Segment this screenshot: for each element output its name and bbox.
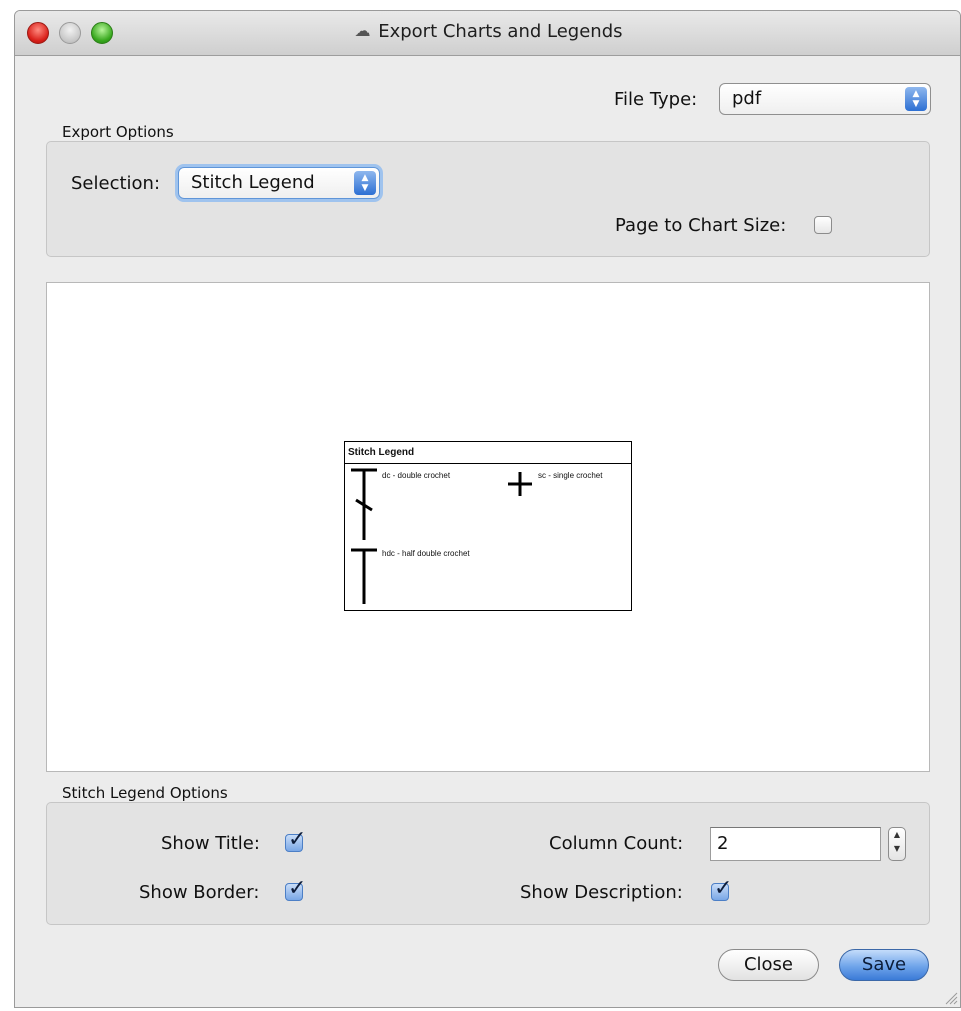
export-options-section-label: Export Options — [62, 123, 174, 141]
column-count-label: Column Count: — [549, 833, 684, 854]
show-title-checkbox[interactable]: ✓ — [285, 829, 306, 852]
legend-title-divider — [345, 463, 631, 464]
title-bar[interactable]: ☁ Export Charts and Legends — [15, 11, 960, 56]
checkmark-icon: ✓ — [714, 876, 733, 901]
show-title-label: Show Title: — [161, 833, 260, 854]
checkmark-icon: ✓ — [288, 827, 307, 852]
export-dialog-window: ☁ Export Charts and Legends File Type: p… — [14, 10, 961, 1008]
show-description-label: Show Description: — [520, 882, 683, 903]
window-title-area: ☁ Export Charts and Legends — [15, 21, 960, 42]
export-options-group: Selection: Stitch Legend ▲ ▼ Page to Char… — [46, 141, 930, 257]
double-crochet-symbol-icon — [351, 468, 377, 604]
page-to-chart-size-label: Page to Chart Size: — [615, 215, 787, 236]
stitch-legend-preview: Stitch Legend dc - double crochet sc - s… — [344, 441, 632, 611]
resize-grip-icon[interactable] — [944, 991, 958, 1005]
checkmark-icon: ✓ — [288, 876, 307, 901]
selection-label: Selection: — [71, 173, 161, 194]
column-count-field[interactable]: 2 — [710, 827, 881, 861]
column-count-stepper[interactable]: ▲ ▼ — [888, 827, 906, 861]
legend-item-hdc: hdc - half double crochet — [382, 549, 470, 558]
show-border-checkbox[interactable]: ✓ — [285, 878, 306, 901]
single-crochet-symbol-icon — [508, 472, 532, 496]
legend-title: Stitch Legend — [348, 447, 415, 458]
page-to-chart-size-checkbox[interactable] — [814, 216, 832, 234]
stitch-legend-options-section-label: Stitch Legend Options — [62, 784, 228, 802]
legend-item-sc: sc - single crochet — [538, 471, 603, 480]
selection-value: Stitch Legend — [191, 172, 315, 193]
file-type-popup[interactable]: pdf ▲ ▼ — [719, 83, 931, 115]
selection-popup[interactable]: Stitch Legend ▲ ▼ — [178, 167, 380, 199]
show-description-checkbox[interactable]: ✓ — [711, 878, 732, 901]
legend-item-dc: dc - double crochet — [382, 471, 451, 480]
file-type-value: pdf — [732, 88, 762, 109]
popup-arrows-icon: ▲ ▼ — [354, 171, 376, 195]
save-button[interactable]: Save — [839, 949, 929, 981]
export-preview-area: Stitch Legend dc - double crochet sc - s… — [46, 282, 930, 772]
file-type-label: File Type: — [614, 89, 698, 110]
stitch-legend-options-group: Show Title: ✓ Show Border: ✓ Column Coun… — [46, 802, 930, 925]
popup-arrows-icon: ▲ ▼ — [905, 87, 927, 111]
close-button[interactable]: Close — [718, 949, 819, 981]
show-border-label: Show Border: — [139, 882, 260, 903]
window-title: Export Charts and Legends — [378, 21, 623, 42]
app-sheep-icon: ☁ — [354, 21, 371, 40]
